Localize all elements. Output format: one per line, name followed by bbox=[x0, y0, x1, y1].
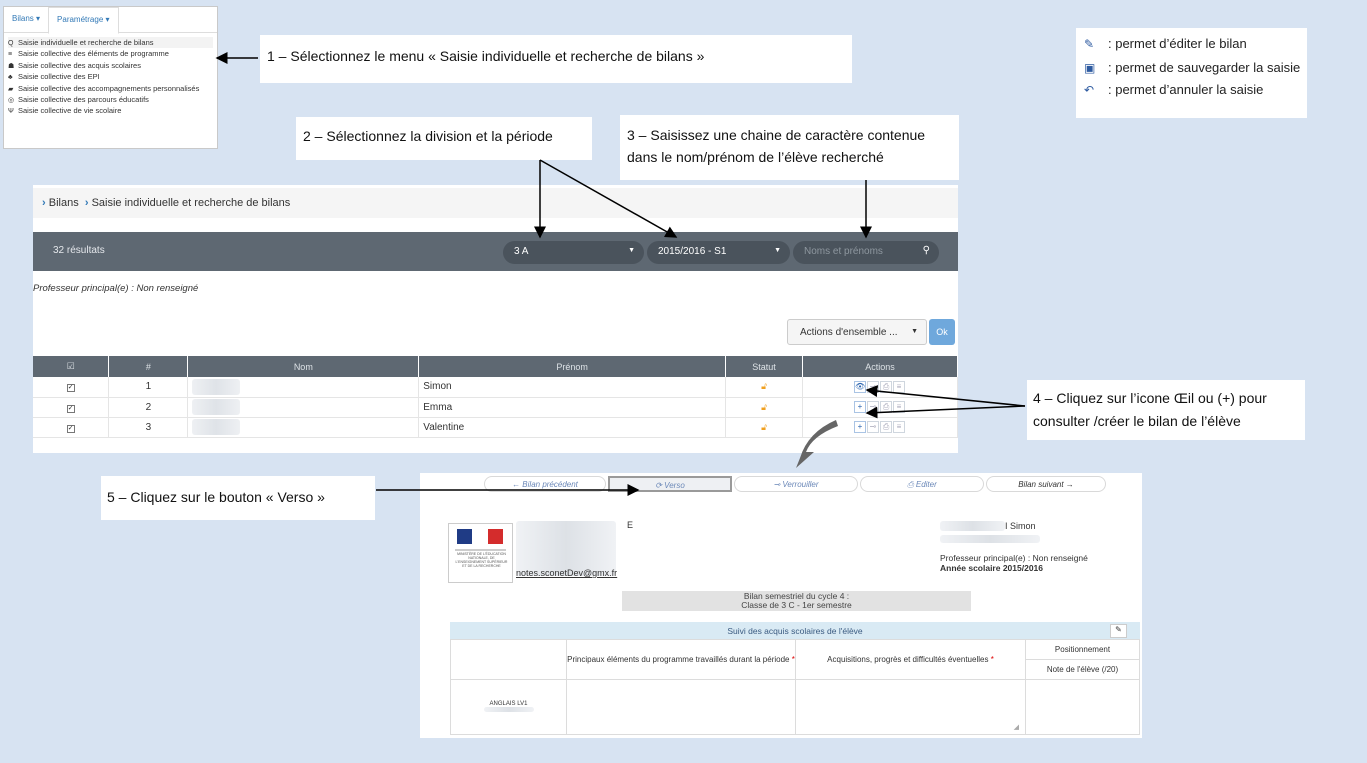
arrow-step-2b bbox=[539, 159, 678, 238]
arrow-step-4a bbox=[865, 385, 1026, 407]
annotation-arrows bbox=[215, 52, 1026, 496]
arrow-step-4b bbox=[865, 405, 1026, 419]
curved-arrow-down bbox=[796, 420, 838, 468]
